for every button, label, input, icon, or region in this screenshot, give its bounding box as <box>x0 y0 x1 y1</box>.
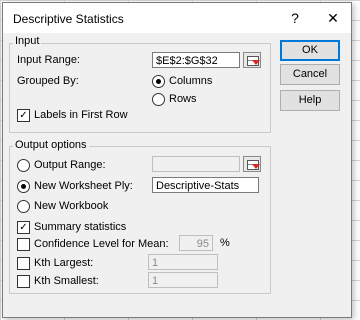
confidence-percent-label: % <box>220 237 230 249</box>
input-group-label: Input <box>13 35 42 47</box>
input-range-label: Input Range: <box>17 54 80 66</box>
new-worksheet-ply-field[interactable]: Descriptive-Stats <box>152 177 259 193</box>
labels-first-row-checkbox[interactable]: ✓ <box>17 109 30 122</box>
red-arrow-icon <box>252 164 260 169</box>
new-workbook-label: New Workbook <box>34 200 109 212</box>
red-arrow-icon <box>252 60 260 65</box>
output-range-label: Output Range: <box>34 159 106 171</box>
confidence-level-field[interactable]: 95 <box>179 235 213 251</box>
descriptive-statistics-dialog: Descriptive Statistics ? ✕ Input Input R… <box>2 2 352 318</box>
output-range-collapse-button[interactable] <box>243 156 261 172</box>
title-bar: Descriptive Statistics ? ✕ <box>3 3 351 33</box>
radio-selected-dot <box>156 79 161 84</box>
input-range-collapse-button[interactable] <box>243 52 261 68</box>
kth-largest-label: Kth Largest: <box>34 257 94 269</box>
input-range-field[interactable]: $E$2:$G$32 <box>152 52 240 68</box>
kth-largest-checkbox[interactable] <box>17 257 30 270</box>
confidence-level-label: Confidence Level for Mean: <box>34 238 169 250</box>
output-range-field[interactable] <box>152 156 240 172</box>
dialog-title: Descriptive Statistics <box>13 12 124 26</box>
output-range-radio[interactable] <box>17 159 30 172</box>
rows-radio[interactable] <box>152 93 165 106</box>
columns-radio[interactable] <box>152 75 165 88</box>
rows-label: Rows <box>169 93 197 105</box>
radio-selected-dot <box>21 184 26 189</box>
new-workbook-radio[interactable] <box>17 200 30 213</box>
cancel-button[interactable]: Cancel <box>280 64 340 85</box>
kth-smallest-label: Kth Smallest: <box>34 275 99 287</box>
output-options-group-label: Output options <box>13 139 89 151</box>
ok-button[interactable]: OK <box>280 40 340 61</box>
help-question-icon[interactable]: ? <box>277 3 313 33</box>
new-worksheet-ply-label: New Worksheet Ply: <box>34 180 133 192</box>
summary-statistics-label: Summary statistics <box>34 221 127 233</box>
kth-smallest-checkbox[interactable] <box>17 275 30 288</box>
help-button[interactable]: Help <box>280 90 340 111</box>
columns-label: Columns <box>169 75 213 87</box>
confidence-level-checkbox[interactable] <box>17 238 30 251</box>
new-worksheet-ply-radio[interactable] <box>17 180 30 193</box>
summary-statistics-checkbox[interactable]: ✓ <box>17 221 30 234</box>
grouped-by-label: Grouped By: <box>17 75 79 87</box>
labels-first-row-label: Labels in First Row <box>34 109 128 121</box>
kth-smallest-field[interactable]: 1 <box>148 272 218 288</box>
kth-largest-field[interactable]: 1 <box>148 254 218 270</box>
close-icon[interactable]: ✕ <box>315 3 351 33</box>
